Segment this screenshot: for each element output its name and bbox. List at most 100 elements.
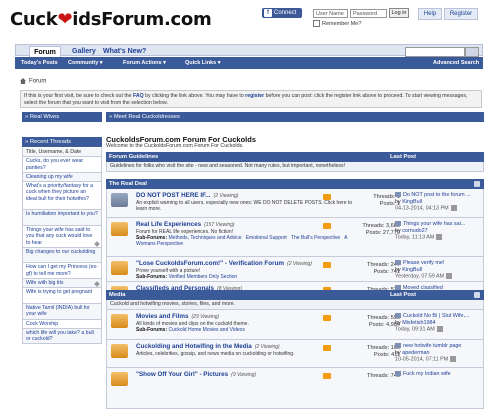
sidebar-thread-item[interactable]: Cucks, do you ever wear panties? bbox=[22, 157, 102, 173]
forum-title[interactable]: "Lose CuckoldsForum.com!" - Verification… bbox=[136, 260, 312, 267]
thread-icon bbox=[395, 313, 401, 319]
collapse-icon[interactable] bbox=[474, 181, 480, 187]
sidebar-thread-item[interactable]: Wife is trying to get pregnant bbox=[22, 288, 102, 304]
sidebar-thread-item[interactable]: Native Tamil (INDIA) bull for your wife bbox=[22, 303, 102, 320]
sidebar-thread-item[interactable]: which life will you take? a bull or cuck… bbox=[22, 328, 102, 345]
password-input[interactable]: Password bbox=[350, 9, 387, 18]
notice-text-2: by clicking the link above. You may have… bbox=[143, 93, 246, 99]
help-button[interactable]: Help bbox=[418, 8, 442, 20]
facebook-connect-button[interactable]: f Connect bbox=[262, 8, 302, 18]
sidebar-thread-item[interactable]: Wife with big tits bbox=[22, 279, 102, 289]
subforum-link[interactable]: Emotional Support bbox=[246, 235, 287, 241]
last-post-title-text[interactable]: Do NOT post to the forum ... bbox=[403, 192, 471, 198]
meet-cuckoldresses-header[interactable]: » Meet Real Cuckoldresses bbox=[106, 112, 484, 122]
subforums: Sub-Forums: Verified Members Only Sectio… bbox=[136, 274, 361, 280]
go-to-post-icon[interactable] bbox=[450, 356, 457, 362]
facebook-icon: f bbox=[264, 9, 272, 17]
go-to-post-icon[interactable] bbox=[446, 273, 453, 279]
sidebar-thread-item[interactable]: How can I get my Princess (ex-gf) to tel… bbox=[22, 263, 102, 280]
last-post-date: Yesterday, 07:59 AM bbox=[395, 273, 445, 280]
sidebar-thread-item[interactable]: Is humiliation important to you? bbox=[22, 210, 102, 226]
last-post-author-link[interactable]: Misfetish1984 bbox=[402, 320, 435, 326]
site-logo[interactable]: Cuck❤idsForum.com bbox=[10, 9, 212, 30]
sidebar-recent-threads[interactable]: » Recent Threads bbox=[22, 137, 102, 147]
go-to-post-icon[interactable] bbox=[436, 234, 443, 240]
faq-link[interactable]: FAQ bbox=[133, 93, 144, 99]
home-icon[interactable] bbox=[20, 78, 26, 84]
last-post-author-link[interactable]: cornudo27 bbox=[402, 228, 427, 234]
sidebar-thread-item[interactable]: Cleaning up my wife bbox=[22, 172, 102, 183]
last-post-title-text[interactable]: Fuck my Indian wife bbox=[403, 371, 451, 377]
forum-status-icon bbox=[111, 222, 128, 236]
tab-whats-new[interactable]: What's New? bbox=[103, 46, 146, 57]
last-post-author-link[interactable]: KingBull bbox=[402, 199, 422, 205]
breadcrumb-forum[interactable]: Forum bbox=[29, 79, 46, 85]
sidebar-thread-item[interactable]: Things your wife has said to you that an… bbox=[22, 225, 102, 248]
forum-title-text[interactable]: Movies and Films bbox=[136, 313, 189, 320]
last-post-author-link[interactable]: apederman bbox=[402, 350, 429, 356]
nav-community[interactable]: Community ▾ bbox=[68, 57, 103, 69]
remember-me[interactable]: Remember Me? bbox=[313, 20, 361, 27]
subforum-link[interactable]: Verified Members Only Section bbox=[169, 274, 238, 280]
thread-icon bbox=[395, 260, 401, 266]
last-post-title-text[interactable]: new hotwife tumblr page bbox=[403, 343, 461, 349]
real-deal-title[interactable]: The Real Deal bbox=[109, 181, 147, 187]
register-button[interactable]: Register bbox=[444, 8, 478, 20]
forum-status-icon bbox=[111, 314, 128, 328]
logo-prefix: Cuck bbox=[10, 9, 58, 30]
forum-title[interactable]: DO NOT POST HERE IF... (2 Viewing) bbox=[136, 192, 238, 199]
subforum-link[interactable]: The Bull's Perspective bbox=[291, 235, 340, 241]
forum-row: "Lose CuckoldsForum.com!" - Verification… bbox=[106, 257, 484, 282]
last-post-title-text[interactable]: Cuckold No Bi ( Slut Wife,... bbox=[403, 313, 470, 319]
forum-title[interactable]: Movies and Films (29 Viewing) bbox=[136, 313, 219, 320]
nav-quick-links[interactable]: Quick Links ▾ bbox=[185, 57, 220, 69]
tab-gallery[interactable]: Gallery bbox=[72, 46, 96, 57]
rss-icon[interactable] bbox=[323, 315, 331, 321]
forum-title-text[interactable]: "Show Off Your Girl" - Pictures bbox=[136, 371, 228, 378]
forum-title-text[interactable]: DO NOT POST HERE IF... bbox=[136, 192, 211, 199]
rss-icon[interactable] bbox=[323, 223, 331, 229]
sidebar-thread-item[interactable]: Cock Worship bbox=[22, 319, 102, 329]
go-to-post-icon[interactable] bbox=[450, 205, 457, 211]
last-post-author-link[interactable]: KingBull bbox=[402, 267, 422, 273]
login-button[interactable]: Log in bbox=[389, 8, 409, 18]
forum-last-post: Please verify me! by KingBull Yesterday, 0… bbox=[395, 260, 485, 280]
sidebar-real-wives[interactable]: » Real Wives bbox=[22, 112, 102, 122]
real-deal-header: The Real Deal bbox=[106, 179, 484, 189]
forum-last-post: Fuck my Indian wife bbox=[395, 371, 485, 378]
nav-advanced-search[interactable]: Advanced Search bbox=[433, 57, 479, 69]
sidebar-thread-item[interactable]: What's a priority/fantasy for a cuck whe… bbox=[22, 182, 102, 211]
forum-title-text[interactable]: "Lose CuckoldsForum.com!" - Verification… bbox=[136, 260, 284, 267]
username-input[interactable]: User Name bbox=[313, 9, 348, 18]
sidebar-thread-label: which life will you take? a bull or cuck… bbox=[26, 329, 94, 343]
rss-icon[interactable] bbox=[323, 373, 331, 379]
register-link[interactable]: register bbox=[245, 93, 264, 99]
forum-description: An explicit warning to all users, especi… bbox=[136, 200, 353, 212]
collapse-icon[interactable] bbox=[474, 292, 480, 298]
last-post-date: 10-05-2014, 07:11 PM bbox=[395, 356, 449, 363]
search-input[interactable] bbox=[405, 47, 465, 57]
rss-icon[interactable] bbox=[323, 194, 331, 200]
nav-forum-actions[interactable]: Forum Actions ▾ bbox=[123, 57, 166, 69]
sidebar-thread-item[interactable]: Big changes to our cuckolding bbox=[22, 247, 102, 264]
media-title[interactable]: Media bbox=[109, 292, 125, 298]
forum-title[interactable]: "Show Off Your Girl" - Pictures (9 Viewin… bbox=[136, 371, 256, 378]
thread-icon bbox=[395, 192, 401, 198]
forum-title-text[interactable]: Real Life Experiences bbox=[136, 221, 201, 228]
rss-icon[interactable] bbox=[323, 262, 331, 268]
rss-icon[interactable] bbox=[323, 345, 331, 351]
subforum-link[interactable]: Cuckold Home Movies and Videos bbox=[169, 327, 245, 333]
remember-me-checkbox[interactable] bbox=[313, 20, 320, 27]
last-post-title-text[interactable]: Things your wife has sai... bbox=[403, 221, 465, 227]
nav-links-bar: Today's Posts Community ▾ Forum Actions … bbox=[15, 57, 483, 69]
attachment-icon bbox=[94, 241, 100, 247]
last-post-title-text[interactable]: Please verify me! bbox=[403, 260, 444, 266]
guidelines-title[interactable]: Forum Guidelines bbox=[109, 154, 158, 160]
last-post-title[interactable]: Fuck my Indian wife bbox=[395, 371, 485, 378]
go-to-post-icon[interactable] bbox=[436, 326, 443, 332]
forum-title[interactable]: Real Life Experiences (157 Viewing) bbox=[136, 221, 235, 228]
search-button[interactable] bbox=[465, 47, 479, 57]
forum-title-text[interactable]: Cuckolding and Hotwifing in the Media bbox=[136, 343, 252, 350]
nav-todays-posts[interactable]: Today's Posts bbox=[21, 57, 58, 69]
forum-title[interactable]: Cuckolding and Hotwifing in the Media (2 … bbox=[136, 343, 280, 350]
